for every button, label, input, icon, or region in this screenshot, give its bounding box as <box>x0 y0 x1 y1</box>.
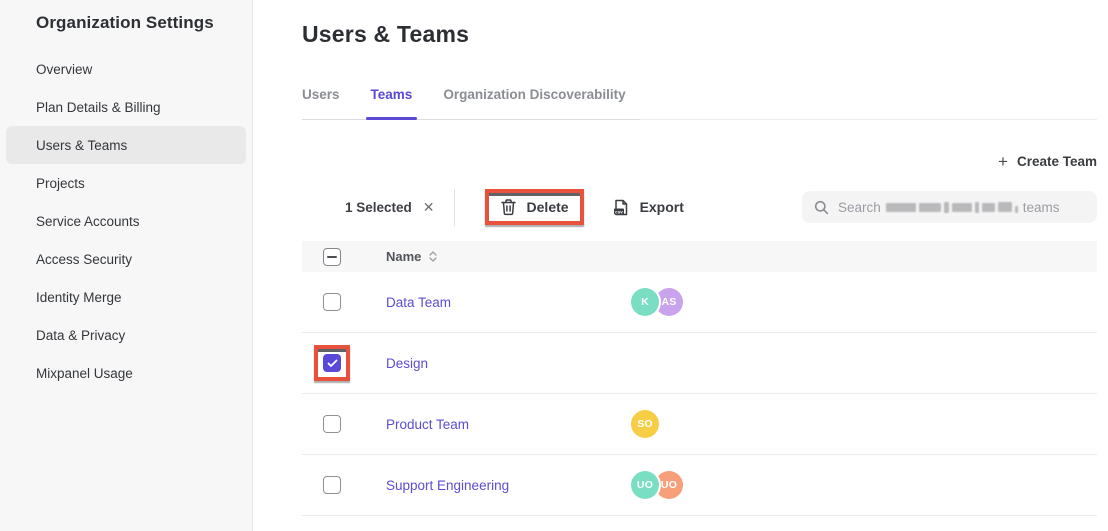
trash-icon <box>500 198 517 216</box>
checkbox-highlight-annotation <box>314 345 350 381</box>
delete-button-highlight-annotation: Delete <box>485 189 584 225</box>
row-checkbox-checked[interactable] <box>323 354 341 372</box>
sort-icon[interactable] <box>429 251 437 262</box>
avatar: K <box>631 288 659 316</box>
table-row-design: Design <box>302 333 1097 394</box>
tab-users[interactable]: Users <box>302 81 340 119</box>
table-header-row: Name <box>302 241 1097 272</box>
delete-button[interactable]: Delete <box>500 198 569 216</box>
sidebar-item-projects[interactable]: Projects <box>6 164 246 202</box>
teams-table: Name Data Team K AS <box>302 241 1097 516</box>
sidebar-title: Organization Settings <box>0 0 252 33</box>
row-checkbox[interactable] <box>323 476 341 494</box>
export-button[interactable]: csv Export <box>612 198 684 217</box>
sidebar-nav: Overview Plan Details & Billing Users & … <box>0 50 252 392</box>
sidebar-item-mixpanel-usage[interactable]: Mixpanel Usage <box>6 354 246 392</box>
sidebar: Organization Settings Overview Plan Deta… <box>0 0 253 531</box>
tab-teams[interactable]: Teams <box>371 81 413 119</box>
table-row-data-team: Data Team K AS <box>302 272 1097 333</box>
create-team-row: + Create Team <box>302 153 1097 170</box>
row-checkbox[interactable] <box>323 293 341 311</box>
table-row-support-engineering: Support Engineering UO UO <box>302 455 1097 516</box>
avatar: UO <box>631 471 659 499</box>
sidebar-item-plan-details-billing[interactable]: Plan Details & Billing <box>6 88 246 126</box>
avatar: SO <box>631 410 659 438</box>
main-content: Users & Teams Users Teams Organization D… <box>253 0 1108 531</box>
avatar: AS <box>655 288 683 316</box>
team-name-link[interactable]: Product Team <box>386 417 469 432</box>
create-team-label: Create Team <box>1017 154 1097 169</box>
sidebar-item-access-security[interactable]: Access Security <box>6 240 246 278</box>
csv-file-icon: csv <box>612 198 630 217</box>
selection-summary: 1 Selected ✕ <box>345 197 437 218</box>
create-team-button[interactable]: + Create Team <box>998 153 1097 170</box>
export-button-label: Export <box>640 199 684 215</box>
member-avatars: K AS <box>631 288 683 316</box>
team-name-link[interactable]: Design <box>386 356 428 371</box>
search-input[interactable]: Search teams <box>802 191 1097 223</box>
team-name-link[interactable]: Support Engineering <box>386 478 509 493</box>
sidebar-item-overview[interactable]: Overview <box>6 50 246 88</box>
sidebar-item-service-accounts[interactable]: Service Accounts <box>6 202 246 240</box>
search-icon <box>814 200 829 215</box>
clear-selection-icon[interactable]: ✕ <box>421 197 437 218</box>
member-avatars: SO <box>631 410 659 438</box>
avatar: UO <box>655 471 683 499</box>
column-header-name: Name <box>386 249 421 264</box>
toolbar-divider <box>454 189 455 226</box>
team-name-link[interactable]: Data Team <box>386 295 451 310</box>
page-title: Users & Teams <box>302 21 1097 48</box>
row-checkbox[interactable] <box>323 415 341 433</box>
svg-text:csv: csv <box>615 209 623 214</box>
sidebar-item-data-privacy[interactable]: Data & Privacy <box>6 316 246 354</box>
tab-organization-discoverability[interactable]: Organization Discoverability <box>443 81 625 119</box>
redacted-org-name <box>886 202 1018 213</box>
delete-button-label: Delete <box>527 199 569 215</box>
org-settings-page: Organization Settings Overview Plan Deta… <box>0 0 1108 531</box>
table-row-product-team: Product Team SO <box>302 394 1097 455</box>
bulk-actions-toolbar: 1 Selected ✕ Delete <box>302 184 1097 230</box>
plus-icon: + <box>998 153 1008 170</box>
select-all-checkbox[interactable] <box>323 248 341 266</box>
search-placeholder: Search teams <box>838 200 1060 215</box>
selected-count: 1 Selected <box>345 200 412 215</box>
tab-bar: Users Teams Organization Discoverability <box>302 81 1097 120</box>
member-avatars: UO UO <box>631 471 683 499</box>
sidebar-item-users-teams[interactable]: Users & Teams <box>6 126 246 164</box>
sidebar-item-identity-merge[interactable]: Identity Merge <box>6 278 246 316</box>
